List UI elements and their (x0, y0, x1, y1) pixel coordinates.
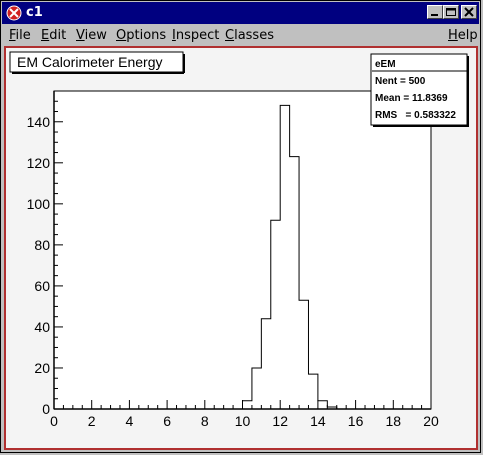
x-tick-label: 2 (88, 413, 96, 429)
x-tick-label: 14 (310, 413, 326, 429)
x-tick-label: 0 (50, 413, 58, 429)
menu-edit[interactable]: Edit (41, 27, 66, 44)
histogram-bin (318, 401, 327, 409)
menu-classes[interactable]: Classes (225, 27, 274, 44)
histogram-canvas[interactable]: 0 2 4 6 8 10 12 14 16 18 20 0 20 40 60 80 100 120 140 EM C… (4, 46, 478, 450)
histogram-bin (261, 319, 270, 409)
close-icon (464, 7, 474, 17)
window-title: c1 (26, 5, 43, 20)
menu-file[interactable]: File (9, 27, 31, 44)
y-tick-label: 120 (27, 155, 51, 171)
histogram-bin (299, 300, 308, 409)
stats-box[interactable]: eEM Nent = 500 Mean = 11.8369 RMS = 0.58… (370, 53, 469, 127)
maximize-icon (446, 8, 456, 16)
menu-options[interactable]: Options (116, 27, 166, 44)
menu-view[interactable]: View (76, 27, 107, 44)
close-button[interactable] (461, 5, 477, 19)
x-tick-label: 20 (423, 413, 439, 429)
histogram-bin (252, 368, 261, 409)
x-tick-label: 16 (348, 413, 364, 429)
stats-rms: RMS = 0.583322 (375, 110, 456, 121)
y-tick-label: 20 (34, 360, 50, 376)
histogram-bin (271, 220, 280, 409)
y-tick-label: 60 (34, 278, 50, 294)
root-window: c1 File Edit View Options Inspect Classe… (0, 0, 481, 453)
x-tick-label: 8 (201, 413, 209, 429)
y-tick-label: 100 (27, 196, 51, 212)
minimize-button[interactable] (427, 5, 443, 19)
menu-help[interactable]: Help (448, 27, 478, 44)
histogram-title: EM Calorimeter Energy (17, 54, 163, 70)
canvas-area[interactable]: 0 2 4 6 8 10 12 14 16 18 20 0 20 40 60 80 100 120 140 EM C… (4, 46, 478, 450)
y-tick-label: 140 (27, 114, 51, 130)
histogram-bin (290, 157, 299, 409)
x-tick-label: 12 (272, 413, 288, 429)
root-app-icon (6, 5, 22, 21)
plot-frame (53, 90, 432, 410)
x-tick-label: 6 (163, 413, 171, 429)
title-bar[interactable]: c1 (2, 2, 479, 24)
stats-mean: Mean = 11.8369 (375, 93, 448, 104)
histogram-bin (280, 105, 289, 409)
histogram-bin (308, 374, 317, 409)
x-tick-label: 4 (126, 413, 134, 429)
x-tick-label: 10 (235, 413, 251, 429)
y-tick-label: 80 (34, 237, 50, 253)
menu-bar: File Edit View Options Inspect Classes H… (2, 25, 479, 46)
x-tick-label: 18 (386, 413, 402, 429)
stats-name: eEM (375, 59, 396, 70)
y-tick-label: 0 (42, 401, 50, 417)
y-tick-label: 40 (34, 319, 50, 335)
stats-nent: Nent = 500 (375, 76, 426, 87)
maximize-button[interactable] (443, 5, 459, 19)
menu-inspect[interactable]: Inspect (172, 27, 219, 44)
histogram-bin (243, 401, 252, 409)
minimize-icon (431, 14, 438, 16)
histogram-title-box[interactable]: EM Calorimeter Energy (9, 51, 185, 74)
